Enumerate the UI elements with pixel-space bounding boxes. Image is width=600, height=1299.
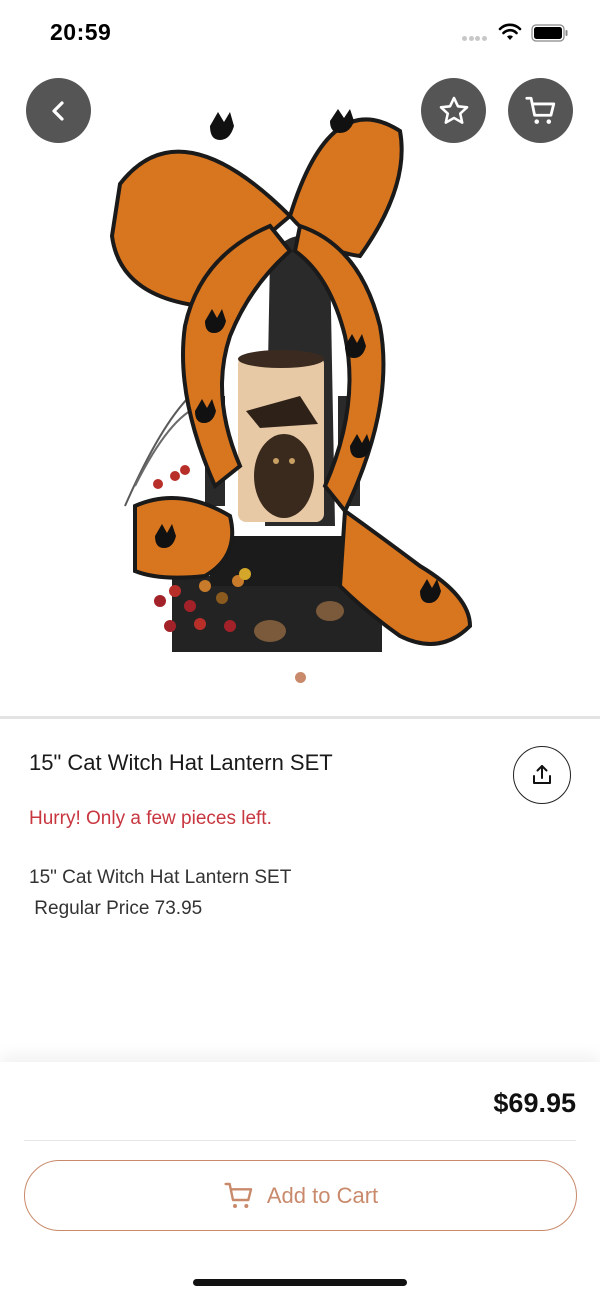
product-price: $69.95 [493,1088,576,1118]
share-icon [533,765,551,784]
home-indicator[interactable] [193,1279,407,1286]
add-to-cart-button[interactable]: Add to Cart [24,1160,577,1231]
star-icon [439,96,468,124]
product-image-carousel[interactable] [0,66,600,716]
cart-icon [224,1182,253,1208]
cart-button[interactable] [508,78,573,143]
favorite-button[interactable] [421,78,486,143]
product-description: 15" Cat Witch Hat Lantern SET Regular Pr… [29,867,292,919]
divider [24,1140,576,1141]
back-button[interactable] [26,78,91,143]
wifi-icon [498,23,522,40]
status-bar: 20:59 [0,0,600,66]
divider [0,716,600,719]
battery-icon [531,24,568,42]
share-button[interactable] [513,746,571,804]
product-title: 15" Cat Witch Hat Lantern SET [29,750,333,775]
status-time: 20:59 [50,19,112,45]
purchase-bar: $69.95 Add to Cart [0,1062,600,1299]
chevron-left-icon [51,100,64,121]
stock-alert: Hurry! Only a few pieces left. [29,808,272,829]
carousel-page-indicator [295,672,306,683]
cellular-signal-icon [462,36,490,42]
add-to-cart-label: Add to Cart [266,1182,379,1208]
product-image [109,109,473,652]
cart-icon [524,96,555,124]
